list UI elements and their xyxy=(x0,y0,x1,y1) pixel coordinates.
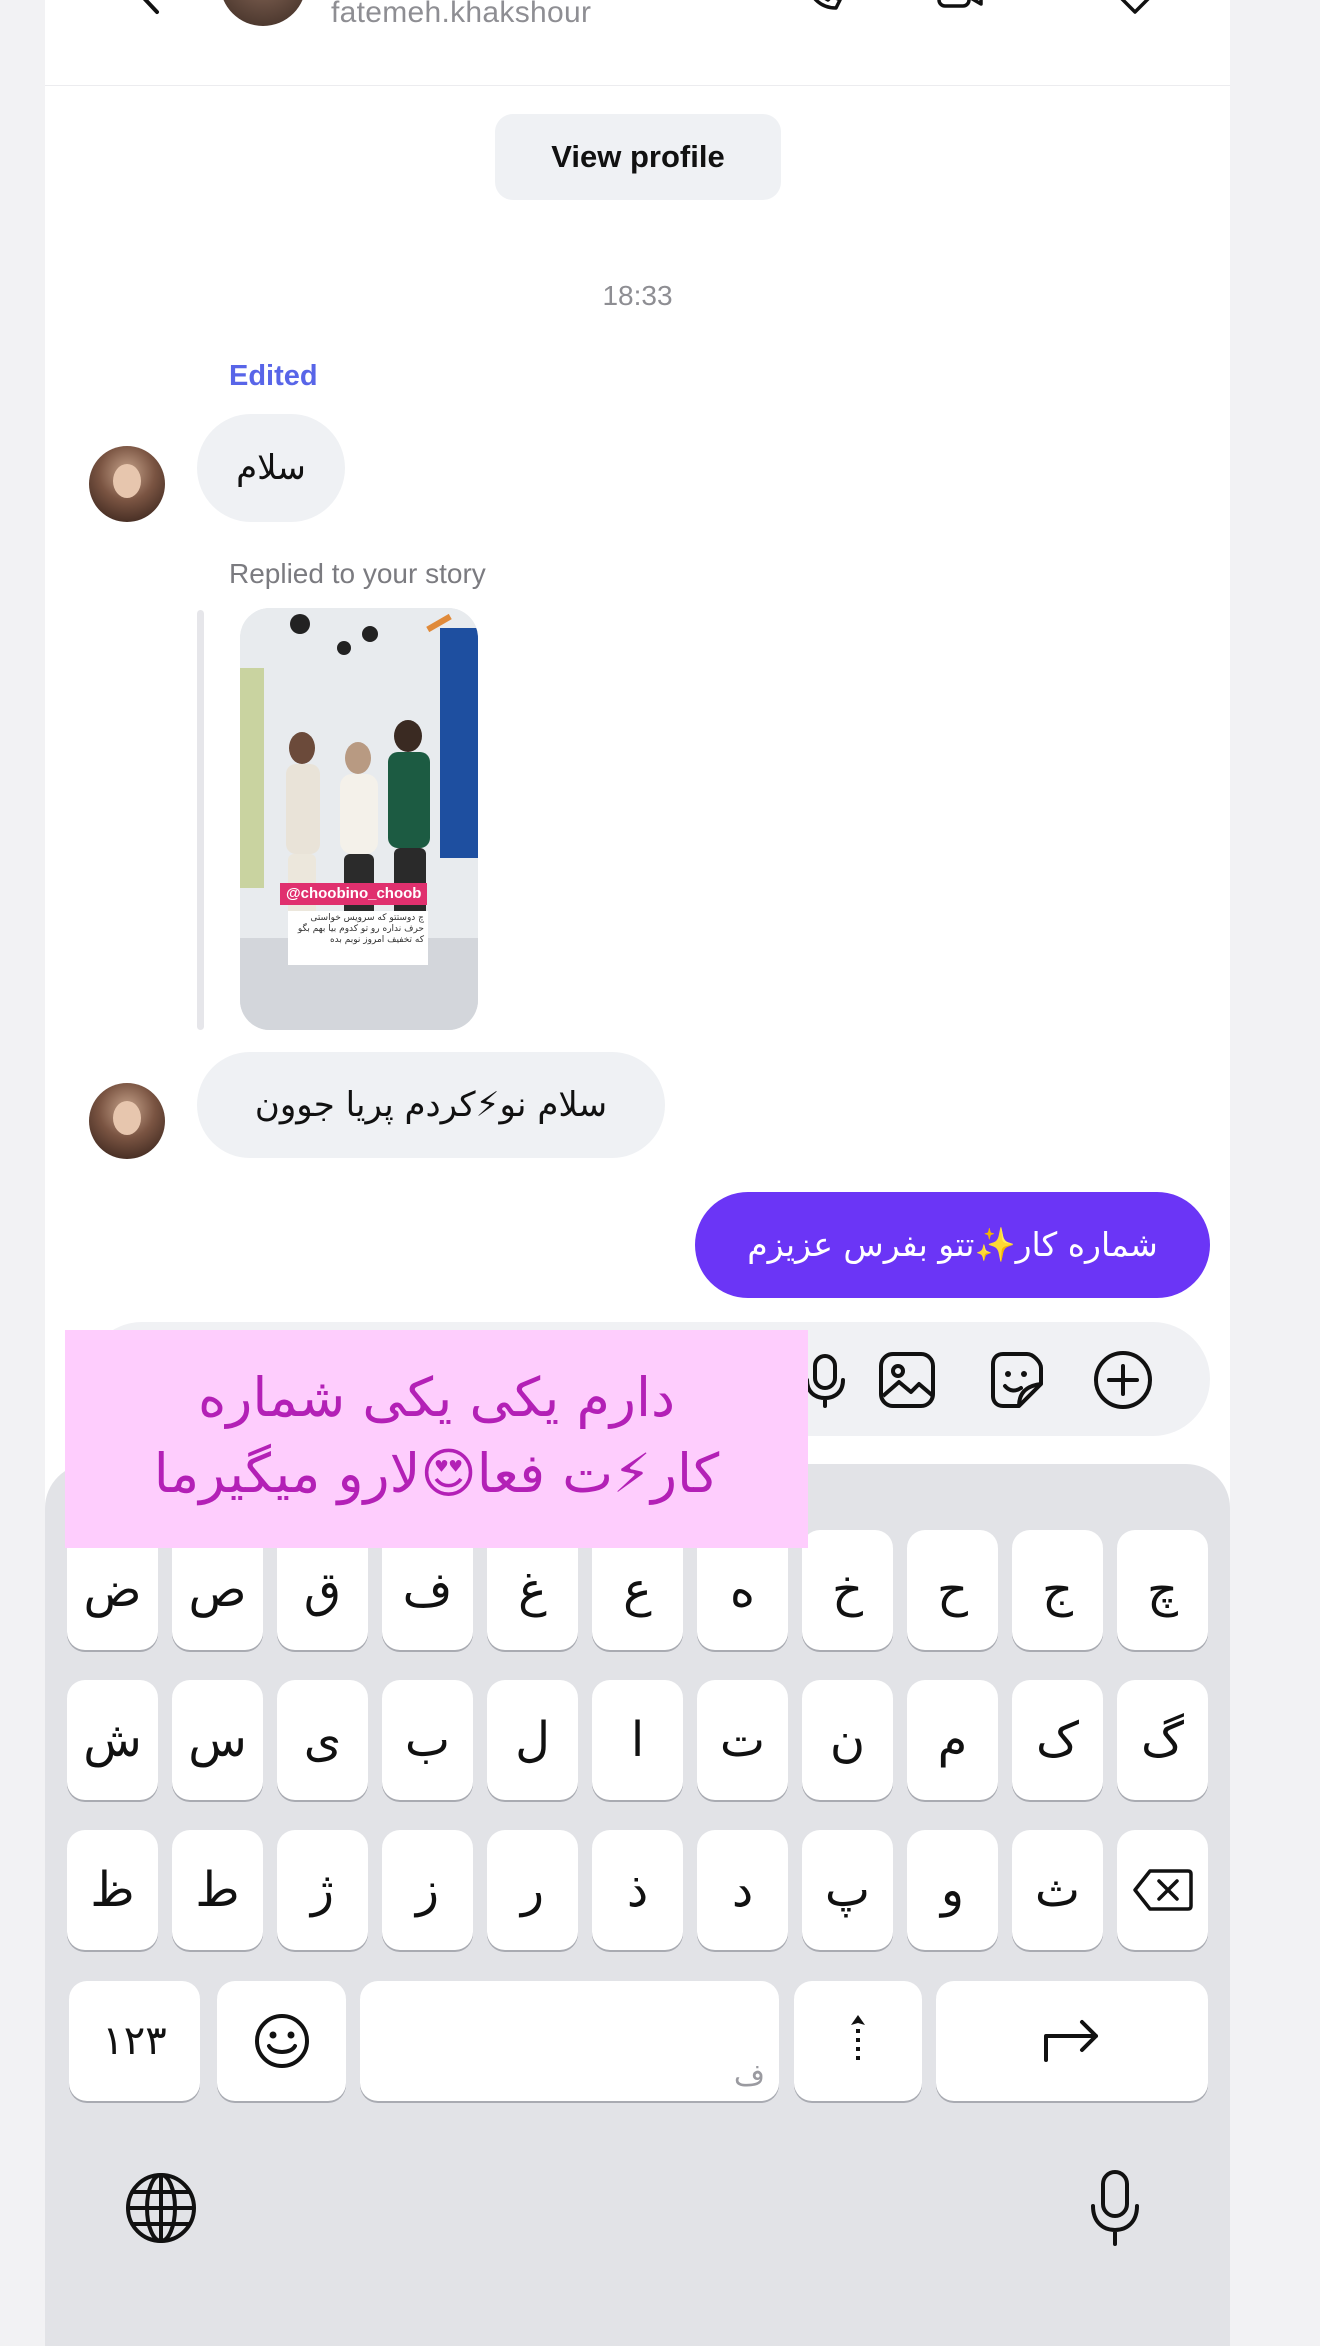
letter-key[interactable]: ف xyxy=(382,1530,473,1650)
story-thumbnail[interactable]: @choobino_choob چ دوستتو که سرویس خواستی… xyxy=(240,608,478,1030)
incoming-message[interactable]: سلام xyxy=(197,414,345,522)
letter-key[interactable]: ل xyxy=(487,1680,578,1800)
letter-key[interactable]: ک xyxy=(1012,1680,1103,1800)
letter-key[interactable]: ی xyxy=(277,1680,368,1800)
chat-header: fatemeh.khakshour xyxy=(45,0,1230,86)
globe-icon[interactable] xyxy=(123,2170,199,2246)
letter-key[interactable]: م xyxy=(907,1680,998,1800)
numbers-key[interactable]: ۱۲۳ xyxy=(69,1981,200,2101)
letter-key[interactable]: و xyxy=(907,1830,998,1950)
letter-key[interactable]: ط xyxy=(172,1830,263,1950)
space-key-hint: ف xyxy=(733,2058,765,2093)
letter-key[interactable]: پ xyxy=(802,1830,893,1950)
backspace-key[interactable] xyxy=(1117,1830,1208,1950)
story-mention-tag: @choobino_choob xyxy=(280,883,428,905)
video-camera-icon[interactable] xyxy=(935,0,985,14)
message-timestamp: 18:33 xyxy=(602,280,673,311)
letter-key[interactable]: ز xyxy=(382,1830,473,1950)
letter-key[interactable]: ث xyxy=(1012,1830,1103,1950)
letter-key[interactable]: ه xyxy=(697,1530,788,1650)
dictation-microphone-icon[interactable] xyxy=(1087,2168,1143,2248)
sticker-icon[interactable] xyxy=(983,1348,1047,1412)
letter-key[interactable]: ر xyxy=(487,1830,578,1950)
reply-indicator-bar xyxy=(197,610,204,1030)
outgoing-message[interactable]: شماره کار✨تتو بفرس عزیزم xyxy=(695,1192,1210,1298)
space-key[interactable]: ف xyxy=(360,1981,779,2101)
incoming-message[interactable]: سلام نو⚡کردم پریا جوون xyxy=(197,1052,665,1158)
letter-key[interactable]: ت xyxy=(697,1680,788,1800)
header-username[interactable]: fatemeh.khakshour xyxy=(331,0,591,30)
letter-key[interactable]: گ xyxy=(1117,1680,1208,1800)
caption-line-2: کار⚡ت فعا😍لارو میگیرما xyxy=(153,1442,720,1505)
backspace-icon xyxy=(1132,1869,1193,1911)
return-key[interactable] xyxy=(936,1981,1208,2101)
return-arrow-icon xyxy=(1044,2020,1098,2062)
letter-key[interactable]: ا xyxy=(592,1680,683,1800)
letter-key[interactable]: خ xyxy=(802,1530,893,1650)
letter-key[interactable]: ش xyxy=(67,1680,158,1800)
letter-key[interactable]: د xyxy=(697,1830,788,1950)
plus-circle-icon[interactable] xyxy=(1091,1348,1155,1412)
letter-key[interactable]: ج xyxy=(1012,1530,1103,1650)
sender-avatar[interactable] xyxy=(89,446,165,522)
emoji-key[interactable] xyxy=(217,1981,346,2101)
story-caption-text: چ دوستتو که سرویس خواستی حرف نداره رو تو… xyxy=(288,911,428,965)
letter-key[interactable]: ب xyxy=(382,1680,473,1800)
view-profile-button[interactable]: View profile xyxy=(495,114,781,200)
letter-key[interactable]: ژ xyxy=(277,1830,368,1950)
letter-key[interactable]: ع xyxy=(592,1530,683,1650)
letter-key[interactable]: س xyxy=(172,1680,263,1800)
letter-key[interactable]: ص xyxy=(172,1530,263,1650)
punctuation-key[interactable] xyxy=(794,1981,922,2101)
gallery-icon[interactable] xyxy=(875,1348,939,1412)
smiley-icon xyxy=(254,2014,309,2068)
header-avatar[interactable] xyxy=(220,0,306,26)
letter-key[interactable]: غ xyxy=(487,1530,578,1650)
letter-key[interactable]: چ xyxy=(1117,1530,1208,1650)
dm-screen: fatemeh.khakshour View profile 18:33 Edi… xyxy=(45,0,1230,2346)
letter-key[interactable]: ن xyxy=(802,1680,893,1800)
letter-key[interactable]: ذ xyxy=(592,1830,683,1950)
letter-key[interactable]: ح xyxy=(907,1530,998,1650)
letter-key[interactable]: ق xyxy=(277,1530,368,1650)
replied-to-story-label: Replied to your story xyxy=(229,558,486,589)
punctuation-icon xyxy=(851,2015,865,2060)
letter-key[interactable]: ض xyxy=(67,1530,158,1650)
letter-key[interactable]: ظ xyxy=(67,1830,158,1950)
chevron-left-icon[interactable] xyxy=(125,0,175,20)
tag-icon[interactable] xyxy=(1105,0,1155,14)
edited-label: Edited xyxy=(229,360,318,392)
phone-icon[interactable] xyxy=(800,0,850,14)
caption-overlay: دارم یکی یکی شماره کار⚡ت فعا😍لارو میگیرم… xyxy=(65,1330,808,1548)
sender-avatar[interactable] xyxy=(89,1083,165,1159)
caption-line-1: دارم یکی یکی شماره xyxy=(197,1366,676,1429)
